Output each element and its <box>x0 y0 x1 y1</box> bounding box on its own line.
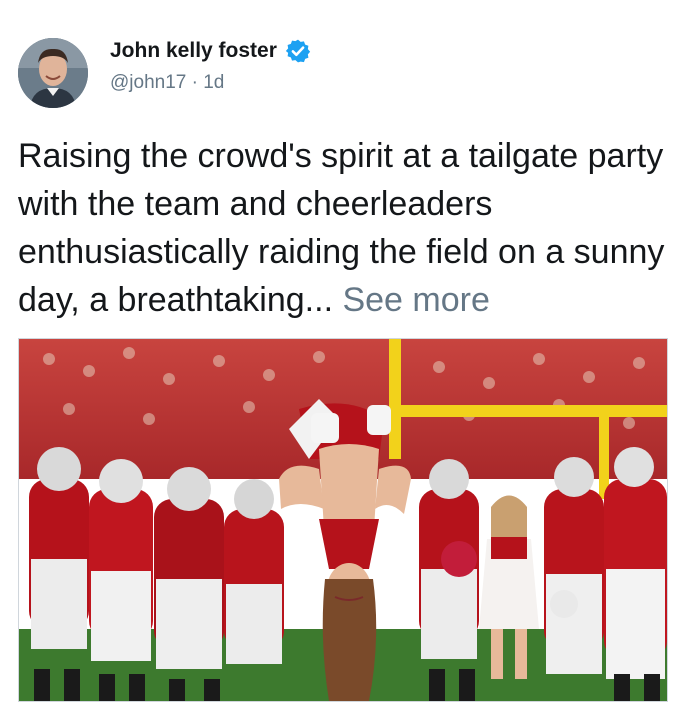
cheerleader-photo <box>19 339 667 701</box>
avatar-image <box>18 38 88 108</box>
tweet-text: Raising the crowd's spirit at a tailgate… <box>18 132 686 324</box>
author-handle[interactable]: @john17 <box>110 72 186 93</box>
author-avatar[interactable] <box>18 38 88 108</box>
tweet-age[interactable]: 1d <box>203 72 224 93</box>
author-header: John kelly foster <box>110 38 311 64</box>
verified-badge-icon <box>285 39 311 63</box>
see-more-link[interactable]: See more <box>342 281 489 319</box>
tweet-meta: @john17 · 1d <box>110 72 224 94</box>
tweet-media-photo[interactable] <box>18 338 668 702</box>
author-name[interactable]: John kelly foster <box>110 39 277 63</box>
meta-separator: · <box>191 72 198 93</box>
